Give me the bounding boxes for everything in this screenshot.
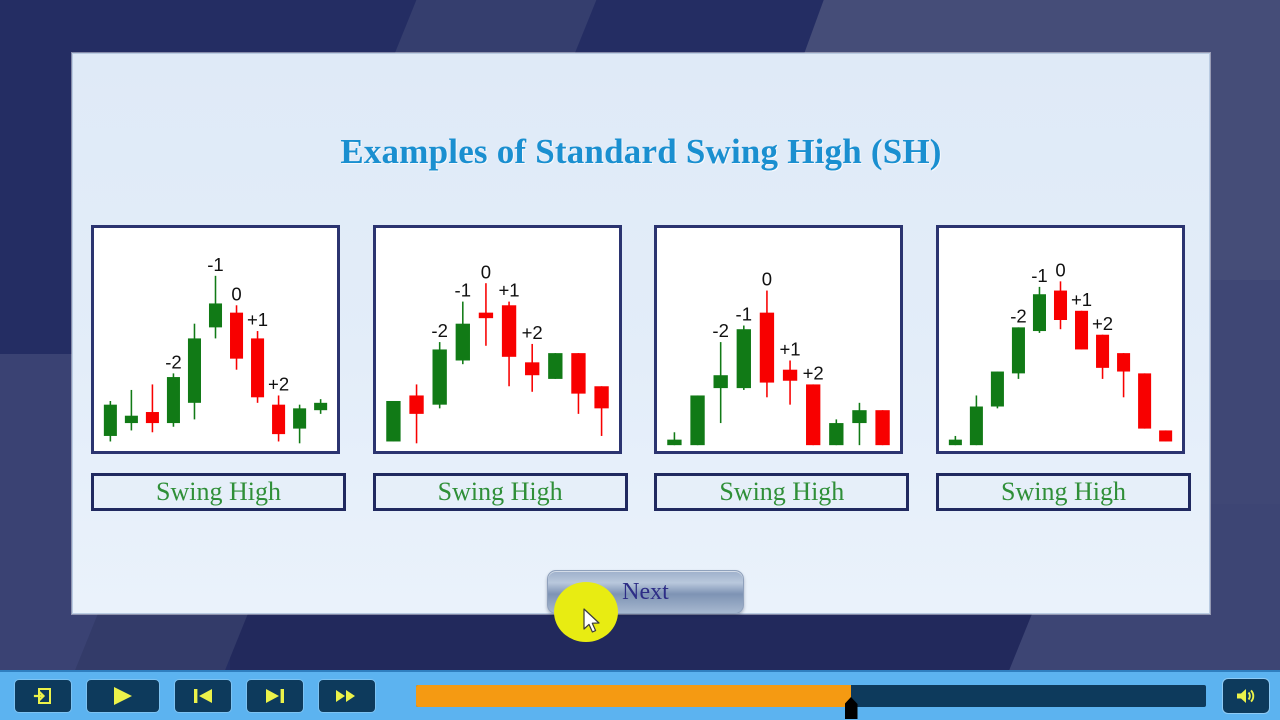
candle-body [594,386,609,409]
candle-body [547,353,563,379]
candle-body [432,349,447,405]
skip-back-icon [194,689,212,703]
candle-body [1011,327,1025,374]
candle-body [760,312,775,383]
candle-annotation: 0 [231,283,241,304]
candle-annotation: -1 [736,304,752,325]
candle-body [166,377,180,424]
speaker-icon [1237,689,1255,703]
candlestick-chart: -2 -1 0 +1 +2 [91,225,340,454]
examples-row: -2 -1 0 +1 +2 Swing High -2 -1 0 +1 +2 Swing High -2… [91,225,1191,511]
candle-body [272,404,286,435]
example-panel: -2 -1 0 +1 +2 Swing High [91,225,346,511]
slide-canvas: Examples of Standard Swing High (SH) -2-… [72,53,1210,642]
candle-annotation: +2 [268,374,289,395]
candlestick-chart: -2 -1 0 +1 +2 [935,225,1185,454]
candle-body [875,410,891,446]
candlestick-chart: -2 -1 0 +1 +2 [372,225,622,454]
exit-button[interactable] [14,679,72,713]
volume-button[interactable] [1222,678,1270,714]
exit-icon [33,688,51,704]
example-panel: -2 -1 0 +1 +2 Swing High [935,225,1191,511]
candle-annotation: -1 [454,280,470,301]
candle-body [1138,373,1152,429]
player-toolbar [0,670,1280,720]
candle-body [208,303,223,328]
candle-annotation: -2 [431,320,447,341]
example-panel: -2 -1 0 +1 +2 Swing High [654,225,910,511]
candle-annotation: +1 [247,309,268,330]
candle-annotation: 0 [762,269,772,290]
candlestick-chart: -2 -1 0 +1 +2 [654,225,904,454]
candle-body [1159,430,1173,442]
candle-body [690,395,706,446]
candle-body [501,305,516,357]
candle-body [829,423,844,446]
play-icon [114,687,132,705]
next-slide-button[interactable] [246,679,304,713]
candle-annotation: 0 [480,261,490,282]
candle-annotation: -1 [207,254,223,275]
play-button[interactable] [86,679,160,713]
candle-body [293,408,307,429]
swing-high-label: Swing High [935,473,1191,511]
candle-annotation: +2 [521,322,542,343]
page-title: Examples of Standard Swing High (SH) [340,132,942,171]
fast-forward-icon [336,690,355,702]
candle-body [852,410,867,424]
candle-annotation: 0 [1055,260,1065,281]
candle-body [385,400,401,442]
candle-body [409,395,424,414]
candle-body [1074,310,1089,350]
candle-annotation: -2 [165,352,181,373]
candle-body [251,338,265,398]
candle-annotation: -2 [1010,306,1026,327]
candle-annotation: +2 [1092,313,1113,334]
candle-body [1053,290,1067,321]
candle-body [524,362,540,376]
candle-body [667,439,682,446]
mouse-cursor [583,608,600,633]
candle-body [145,412,159,424]
candle-body [314,402,328,411]
candle-body [230,312,244,359]
candle-annotation: +1 [1071,289,1092,310]
candle-body [1117,353,1131,372]
candle-body [103,404,117,436]
previous-button[interactable] [174,679,232,713]
skip-forward-icon [266,689,284,703]
candle-annotation: -2 [713,320,729,341]
example-panel: -2 -1 0 +1 +2 Swing High [372,225,628,511]
candle-body [736,329,752,389]
candle-body [478,312,493,319]
candle-body [124,415,138,424]
swing-high-label: Swing High [372,473,628,511]
progress-fill [416,685,851,707]
candle-body [713,375,729,389]
candle-body [1096,334,1110,368]
candle-body [969,406,983,446]
swing-high-label: Swing High [91,473,346,511]
candle-body [990,371,1004,407]
swing-high-label: Swing High [654,473,910,511]
candle-body [570,353,586,394]
candle-body [783,369,798,381]
candle-annotation: -1 [1031,265,1047,286]
candle-body [1032,294,1046,332]
candle-body [948,439,962,446]
fast-forward-button[interactable] [318,679,376,713]
candle-body [806,384,821,446]
candle-body [187,338,201,403]
progress-bar[interactable] [416,685,1206,719]
candle-annotation: +2 [803,363,824,384]
candle-body [455,323,470,361]
candle-annotation: +1 [498,280,519,301]
candle-annotation: +1 [780,339,801,360]
